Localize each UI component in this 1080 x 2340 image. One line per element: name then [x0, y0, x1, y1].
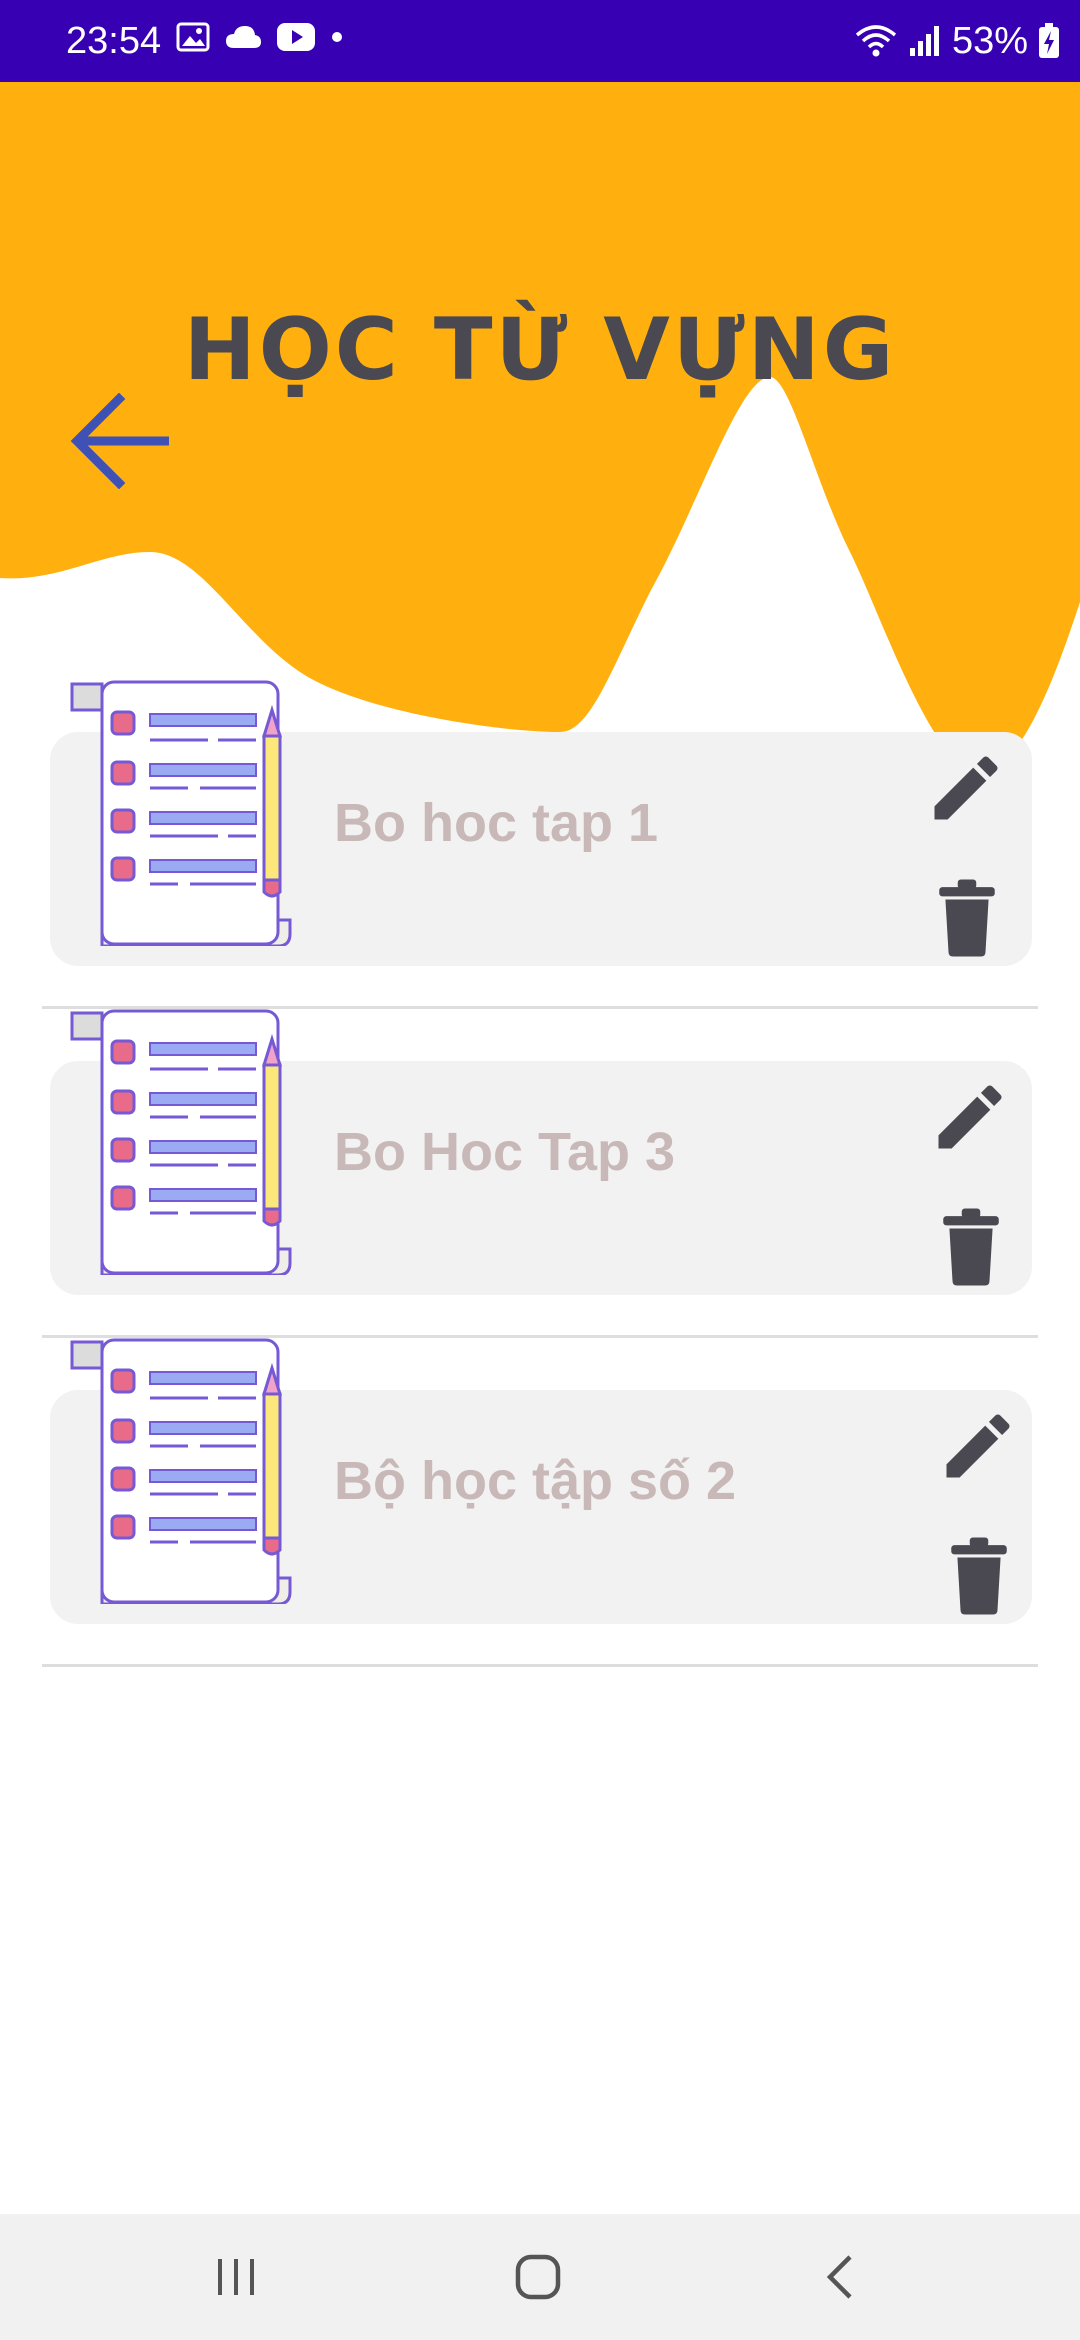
delete-button[interactable]: [934, 1205, 1008, 1289]
pencil-icon: [934, 756, 998, 820]
cloud-icon: [226, 26, 261, 48]
back-button[interactable]: [60, 386, 180, 496]
edit-button[interactable]: [936, 1404, 1020, 1488]
vocab-set-title: Bộ học tập số 2: [334, 1451, 737, 1511]
arrow-left-icon: [70, 393, 169, 489]
edit-button[interactable]: [928, 1075, 1012, 1159]
back-icon: [826, 2255, 852, 2299]
checklist-scroll-icon: [70, 1338, 292, 1604]
edit-button[interactable]: [924, 746, 1008, 830]
signal-icon: [909, 26, 939, 56]
recent-apps-button[interactable]: [176, 2232, 296, 2322]
trash-icon: [951, 1537, 1007, 1615]
home-button[interactable]: [478, 2232, 598, 2322]
vocab-set-item[interactable]: Bộ học tập số 2: [0, 1338, 1080, 1667]
notification-icons: [176, 22, 344, 52]
system-icons: 53%: [854, 14, 1060, 68]
battery-charging-icon: [1039, 23, 1059, 58]
status-bar: 23:54 53%: [0, 0, 1080, 82]
checklist-scroll-icon: [70, 1009, 292, 1275]
pencil-icon: [938, 1085, 1002, 1149]
recent-apps-icon: [218, 2259, 254, 2295]
checklist-scroll-icon: [70, 680, 292, 946]
divider: [42, 1664, 1038, 1667]
vocab-set-title: Bo Hoc Tap 3: [334, 1122, 676, 1182]
page-title: HỌC TỪ VỰNG: [183, 300, 897, 400]
vocab-set-title: Bo hoc tap 1: [334, 793, 659, 853]
youtube-icon: [277, 23, 315, 51]
status-time: 23:54: [66, 20, 162, 62]
delete-button[interactable]: [942, 1534, 1016, 1618]
battery-percent: 53%: [951, 20, 1028, 62]
gallery-icon: [176, 22, 210, 52]
system-nav-bar: [0, 2214, 1080, 2340]
trash-icon: [939, 879, 995, 957]
back-nav-button[interactable]: [780, 2232, 900, 2322]
pencil-icon: [946, 1414, 1010, 1478]
delete-button[interactable]: [930, 876, 1004, 960]
home-icon: [515, 2254, 561, 2300]
trash-icon: [943, 1208, 999, 1286]
wifi-icon: [855, 25, 897, 57]
dot-icon: [332, 32, 342, 42]
vocab-set-item[interactable]: Bo Hoc Tap 3: [0, 1009, 1080, 1338]
vocab-set-item[interactable]: Bo hoc tap 1: [0, 680, 1080, 1009]
